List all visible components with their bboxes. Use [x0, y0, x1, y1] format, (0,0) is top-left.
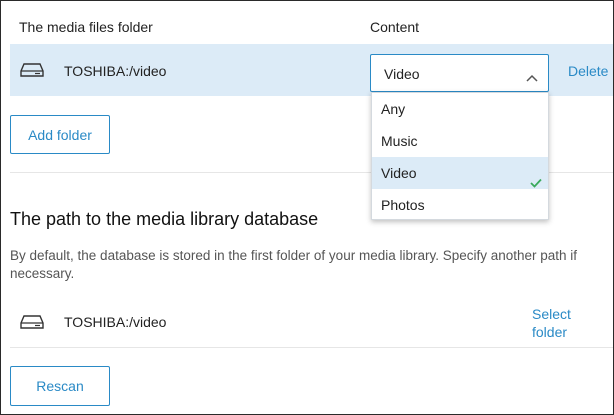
database-section-description: By default, the database is stored in th… — [10, 248, 578, 281]
media-library-panel: The media files folder Content TOSHIBA:/… — [0, 0, 614, 415]
option-label: Any — [381, 101, 406, 117]
content-type-dropdown: Any Music Video Photos — [371, 92, 549, 220]
database-path: TOSHIBA:/video — [64, 314, 167, 330]
chevron-up-icon — [526, 69, 538, 85]
delete-folder-link[interactable]: Delete — [568, 63, 608, 79]
row-divider — [10, 347, 613, 348]
add-folder-label: Add folder — [28, 126, 92, 143]
database-section-title: The path to the media library database — [10, 209, 319, 229]
content-type-value: Video — [384, 66, 420, 82]
dropdown-option-photos[interactable]: Photos — [372, 189, 548, 221]
content-type-select[interactable]: Video — [370, 54, 549, 92]
option-label: Music — [381, 133, 418, 149]
folder-path: TOSHIBA:/video — [64, 63, 167, 79]
rescan-button[interactable]: Rescan — [10, 366, 110, 406]
option-label: Photos — [381, 197, 425, 213]
rescan-label: Rescan — [36, 378, 84, 394]
hard-drive-icon — [20, 315, 44, 329]
option-label: Video — [381, 165, 417, 181]
add-folder-button[interactable]: Add folder — [10, 115, 110, 154]
column-header-folder: The media files folder — [19, 19, 153, 35]
select-folder-link[interactable]: Select folder — [532, 305, 576, 341]
dropdown-option-music[interactable]: Music — [372, 125, 548, 157]
column-header-content: Content — [370, 19, 420, 35]
dropdown-option-video[interactable]: Video — [372, 157, 548, 189]
hard-drive-icon — [20, 63, 44, 77]
dropdown-option-any[interactable]: Any — [372, 93, 548, 125]
